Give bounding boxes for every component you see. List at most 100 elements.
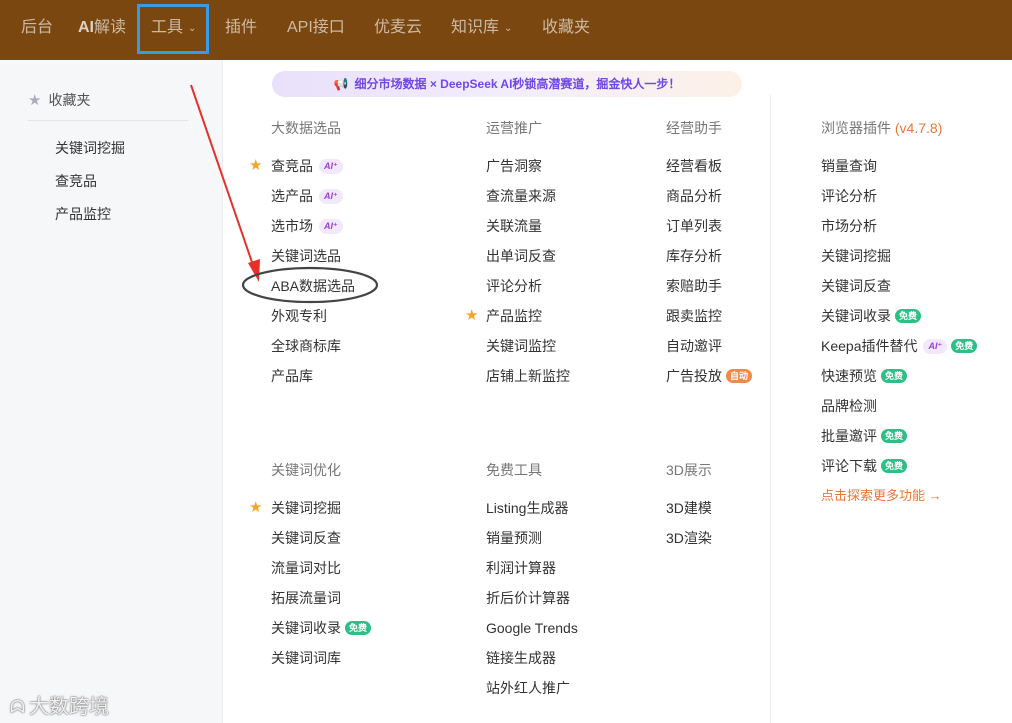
menu-item-3d-modeling[interactable]: 3D建模	[666, 499, 712, 517]
nav-item-ai-reading[interactable]: AI解读	[78, 0, 126, 60]
free-badge: 免费	[881, 459, 908, 473]
sidebar-title: 收藏夹	[48, 92, 91, 108]
menu-item-expand-traffic[interactable]: 拓展流量词	[271, 589, 341, 607]
menu-item-keyword-selection[interactable]: 关键词选品	[271, 247, 341, 265]
menu-item-google-trends[interactable]: Google Trends	[486, 619, 578, 637]
nav-ai-prefix: AI	[78, 19, 94, 36]
menu-item-competitor[interactable]: 查竞品 AI⁺	[271, 157, 343, 175]
menu-item-keyword-monitor[interactable]: 关键词监控	[486, 337, 556, 355]
nav-item-label: 解读	[94, 19, 127, 36]
menu-item-quick-preview[interactable]: 快速预览 免费	[821, 367, 908, 385]
free-badge: 免费	[951, 339, 978, 353]
nav-item-knowledge[interactable]: 知识库 ⌄	[451, 0, 512, 60]
banner-text: 细分市场数据 × DeepSeek AI秒锁高潜赛道，掘金快人一步！	[354, 77, 681, 91]
nav-item-tools[interactable]: 工具 ⌄	[151, 0, 196, 60]
chevron-down-icon: ⌄	[504, 23, 513, 34]
item-label: 快速预览	[821, 368, 877, 384]
column-title-keyword-opt: 关键词优化	[271, 462, 341, 478]
menu-item-plugin-keyword-index[interactable]: 关键词收录 免费	[821, 307, 922, 325]
menu-item-keepa-alternative[interactable]: Keepa插件替代 AI⁺ 免费	[821, 337, 978, 355]
menu-item-ad-placement[interactable]: 广告投放 自动	[666, 367, 753, 385]
menu-item-hijack-monitor[interactable]: 跟卖监控	[666, 307, 722, 325]
menu-item-design-patent[interactable]: 外观专利	[271, 307, 327, 325]
menu-item-influencer[interactable]: 站外红人推广	[486, 679, 570, 697]
menu-item-plugin-review[interactable]: 评论分析	[821, 187, 877, 205]
sidebar-item-keyword-mining[interactable]: 关键词挖掘	[55, 138, 125, 158]
menu-item-claims[interactable]: 索赔助手	[666, 277, 722, 295]
logo-icon: ᗣ	[10, 697, 25, 717]
menu-item-market-analysis[interactable]: 市场分析	[821, 217, 877, 235]
menu-item-aba-data[interactable]: ABA数据选品	[271, 277, 355, 295]
item-label: 选产品	[271, 188, 313, 204]
column-title-assistant: 经营助手	[666, 120, 722, 136]
menu-item-keyword-reverse[interactable]: 关键词反查	[271, 529, 341, 547]
menu-item-trademark[interactable]: 全球商标库	[271, 337, 341, 355]
free-badge: 免费	[345, 621, 372, 635]
ai-badge: AI⁺	[319, 159, 343, 174]
menu-item-keyword-library[interactable]: 关键词词库	[271, 649, 341, 667]
column-title-operations: 运营推广	[486, 120, 542, 136]
menu-item-select-market[interactable]: 选市场 AI⁺	[271, 217, 343, 235]
menu-item-order-list[interactable]: 订单列表	[666, 217, 722, 235]
free-badge: 免费	[895, 309, 922, 323]
menu-item-ad-insight[interactable]: 广告洞察	[486, 157, 542, 175]
item-label: Keepa插件替代	[821, 338, 918, 354]
menu-item-link-generator[interactable]: 链接生成器	[486, 649, 556, 667]
menu-item-review-download[interactable]: 评论下载 免费	[821, 457, 908, 475]
column-divider	[770, 95, 771, 723]
nav-item-favorites[interactable]: 收藏夹	[542, 0, 590, 60]
star-icon: ★	[249, 499, 263, 516]
menu-item-product-monitor[interactable]: 产品监控	[486, 307, 542, 325]
free-badge: 免费	[881, 429, 908, 443]
column-title-browser-plugin: 浏览器插件 (v4.7.8)	[821, 118, 942, 138]
nav-item-plugins[interactable]: 插件	[225, 0, 257, 60]
menu-item-order-keyword[interactable]: 出单词反查	[486, 247, 556, 265]
sidebar-item-product-monitor[interactable]: 产品监控	[55, 204, 111, 224]
menu-item-profit-calculator[interactable]: 利润计算器	[486, 559, 556, 577]
nav-item-label: 工具	[151, 19, 184, 36]
star-icon: ★	[249, 157, 263, 174]
nav-item-api[interactable]: API接口	[287, 0, 345, 60]
menu-item-traffic-source[interactable]: 查流量来源	[486, 187, 556, 205]
nav-item-youmaiyun[interactable]: 优麦云	[374, 0, 422, 60]
menu-item-discount-calculator[interactable]: 折后价计算器	[486, 589, 570, 607]
menu-item-bulk-review[interactable]: 批量邀评 免费	[821, 427, 908, 445]
menu-item-plugin-keyword-mining[interactable]: 关键词挖掘	[821, 247, 891, 265]
menu-item-listing-generator[interactable]: Listing生成器	[486, 499, 568, 517]
item-label: 广告投放	[666, 368, 722, 384]
menu-item-sales-query[interactable]: 销量查询	[821, 157, 877, 175]
sidebar-item-competitor[interactable]: 查竞品	[55, 171, 97, 191]
menu-item-product-analysis[interactable]: 商品分析	[666, 187, 722, 205]
ai-badge: AI⁺	[319, 189, 343, 204]
menu-item-auto-review[interactable]: 自动邀评	[666, 337, 722, 355]
menu-item-sales-forecast[interactable]: 销量预测	[486, 529, 542, 547]
auto-badge: 自动	[726, 369, 753, 383]
menu-item-product-library[interactable]: 产品库	[271, 367, 313, 385]
watermark-text: 大数跨境	[28, 696, 109, 718]
item-label: 关键词收录	[821, 308, 891, 324]
explore-more-link[interactable]: 点击探索更多功能 →	[821, 487, 942, 505]
item-label: 查竞品	[271, 158, 313, 174]
menu-item-related-traffic[interactable]: 关联流量	[486, 217, 542, 235]
menu-item-review-analysis[interactable]: 评论分析	[486, 277, 542, 295]
sidebar-header[interactable]: ★ 收藏夹	[28, 90, 188, 121]
menu-item-select-product[interactable]: 选产品 AI⁺	[271, 187, 343, 205]
nav-item-label: 知识库	[451, 19, 500, 36]
menu-item-brand-check[interactable]: 品牌检测	[821, 397, 877, 415]
promo-banner[interactable]: 📢 细分市场数据 × DeepSeek AI秒锁高潜赛道，掘金快人一步！	[272, 71, 742, 97]
menu-item-plugin-keyword-reverse[interactable]: 关键词反查	[821, 277, 891, 295]
plugin-version: (v4.7.8)	[894, 120, 943, 136]
item-label: 评论下载	[821, 458, 877, 474]
menu-item-3d-render[interactable]: 3D渲染	[666, 529, 712, 547]
menu-item-keyword-index[interactable]: 关键词收录 免费	[271, 619, 372, 637]
menu-item-traffic-compare[interactable]: 流量词对比	[271, 559, 341, 577]
menu-item-store-new-monitor[interactable]: 店铺上新监控	[486, 367, 570, 385]
megaphone-icon: 📢	[333, 77, 349, 91]
nav-item-backend[interactable]: 后台	[21, 0, 53, 60]
item-label: 选市场	[271, 218, 313, 234]
top-navigation: 后台 AI解读 工具 ⌄ 插件 API接口 优麦云 知识库 ⌄ 收藏夹	[0, 0, 1012, 60]
item-label: 批量邀评	[821, 428, 877, 444]
menu-item-inventory[interactable]: 库存分析	[666, 247, 722, 265]
menu-item-dashboard[interactable]: 经营看板	[666, 157, 722, 175]
menu-item-keyword-mining[interactable]: 关键词挖掘	[271, 499, 341, 517]
